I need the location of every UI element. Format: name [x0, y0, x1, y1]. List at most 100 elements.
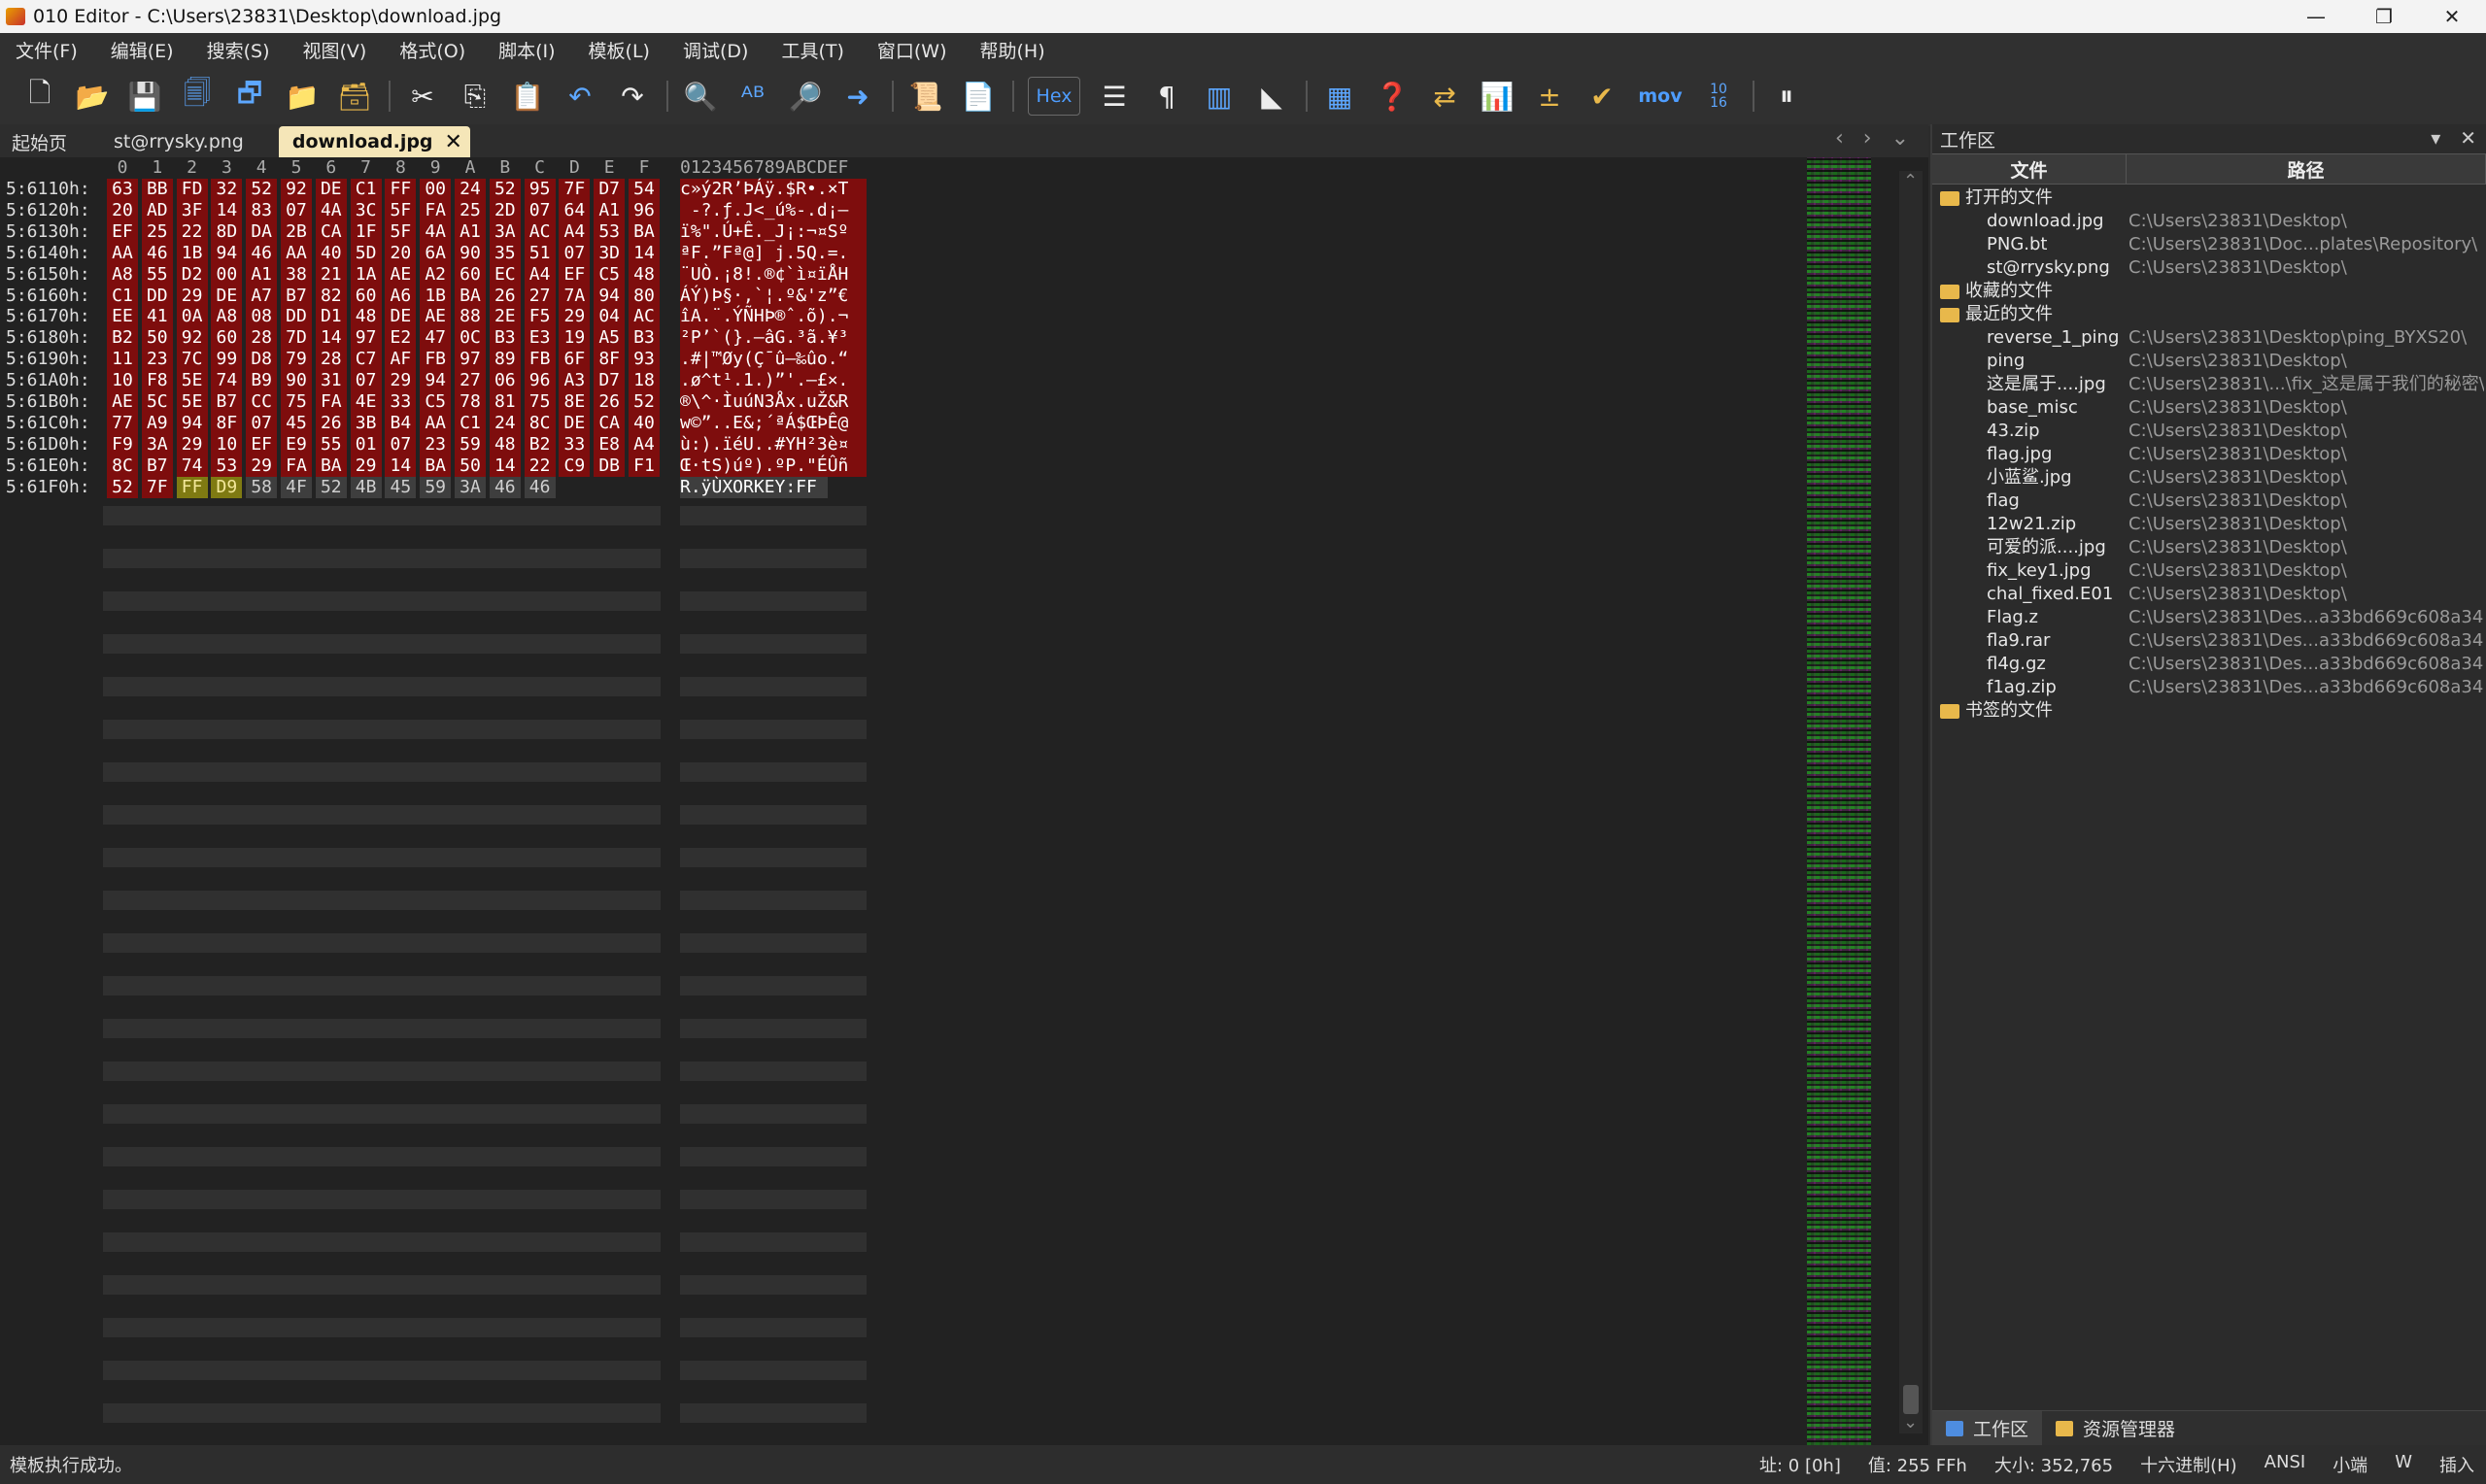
workspace-file-row[interactable]: ping C:\Users\23831\Desktop\	[1932, 350, 2486, 373]
group-recent[interactable]: 最近的文件	[1932, 303, 2486, 326]
hex-byte[interactable]: 23	[141, 349, 173, 371]
workspace-file-row[interactable]: 可爱的派....jpg C:\Users\23831\Desktop\	[1932, 536, 2486, 559]
hex-byte[interactable]: DE	[315, 179, 347, 200]
workspace-file-row[interactable]: Flag.z C:\Users\23831\Des...a33bd669c608a…	[1932, 606, 2486, 629]
hex-byte[interactable]: A4	[559, 220, 591, 243]
hex-byte[interactable]: DD	[281, 306, 312, 328]
goto-icon[interactable]: ➜	[839, 77, 876, 116]
columns-icon[interactable]: ▥	[1201, 77, 1238, 116]
hex-byte[interactable]: A5	[594, 327, 626, 350]
ascii-text[interactable]: .#|™Øy(Ç¯û—‰ûo.“	[680, 349, 867, 371]
hex-byte[interactable]: EC	[489, 263, 521, 286]
hex-byte[interactable]: 94	[176, 412, 208, 434]
hex-byte[interactable]: 46	[524, 476, 556, 498]
hex-byte[interactable]: 96	[629, 199, 660, 221]
hex-byte[interactable]: 8D	[211, 220, 243, 243]
status-mode[interactable]: 十六进制(H)	[2140, 1452, 2237, 1477]
hex-byte[interactable]: 27	[455, 370, 486, 392]
hex-byte[interactable]: FA	[420, 199, 452, 221]
hex-byte[interactable]: 2B	[281, 220, 312, 243]
hex-byte[interactable]: 20	[107, 199, 138, 221]
close-tab-icon[interactable]: ✕	[445, 130, 462, 154]
ascii-text[interactable]: ²P’`(}.—âG.³ã.¥³	[680, 327, 867, 350]
hex-byte[interactable]: 50	[455, 455, 486, 477]
workspace-file-row[interactable]: flag.jpg C:\Users\23831\Desktop\	[1932, 443, 2486, 466]
hex-byte[interactable]: 82	[315, 285, 347, 307]
new-file-icon[interactable]: 🗋	[21, 77, 58, 116]
hex-byte[interactable]: 1B	[420, 285, 452, 307]
hex-byte[interactable]: 32	[211, 179, 243, 200]
ascii-text[interactable]: ù:).ïéU..#YH²3è¤	[680, 433, 867, 455]
hex-byte[interactable]: 94	[211, 242, 243, 264]
hex-byte[interactable]: A7	[246, 285, 278, 307]
hex-byte[interactable]: 95	[524, 179, 556, 200]
hex-byte[interactable]: E9	[281, 433, 312, 455]
hex-byte[interactable]: DE	[385, 306, 417, 328]
menu-template[interactable]: 模板(L)	[589, 37, 650, 63]
hex-byte[interactable]: 3A	[489, 220, 521, 243]
group-favorites[interactable]: 收藏的文件	[1932, 280, 2486, 303]
hex-byte[interactable]: 6A	[420, 242, 452, 264]
hex-byte[interactable]: 18	[629, 370, 660, 392]
hex-byte[interactable]: 29	[246, 455, 278, 477]
hex-byte[interactable]: 29	[176, 433, 208, 455]
hex-byte[interactable]: 51	[524, 242, 556, 264]
hex-byte[interactable]: FA	[281, 455, 312, 477]
hex-byte[interactable]: 0A	[176, 306, 208, 328]
hex-byte[interactable]: EF	[559, 263, 591, 286]
hex-byte[interactable]: F1	[629, 455, 660, 477]
checksum-icon[interactable]: ±	[1531, 77, 1568, 116]
hex-byte[interactable]: B2	[107, 327, 138, 350]
hex-byte[interactable]: 88	[455, 306, 486, 328]
hex-byte[interactable]: B2	[524, 433, 556, 455]
hex-byte[interactable]: 3D	[594, 242, 626, 264]
tab-start-page[interactable]: 起始页	[0, 126, 83, 157]
hex-byte[interactable]: AA	[107, 242, 138, 264]
convert-icon[interactable]: ⇄	[1426, 77, 1463, 116]
minimize-button[interactable]: —	[2282, 0, 2350, 33]
hex-byte[interactable]: 53	[211, 455, 243, 477]
hex-byte[interactable]: B7	[141, 455, 173, 477]
hex-byte[interactable]: 4A	[420, 220, 452, 243]
hex-byte[interactable]: DD	[141, 285, 173, 307]
workspace-file-row[interactable]: 小蓝鲨.jpg C:\Users\23831\Desktop\	[1932, 466, 2486, 489]
show-whitespace-icon[interactable]: ¶	[1148, 77, 1185, 116]
hex-byte[interactable]: FF	[385, 179, 417, 200]
hex-byte[interactable]: 45	[385, 476, 417, 498]
menu-file[interactable]: 文件(F)	[16, 37, 78, 63]
hex-byte[interactable]: 74	[176, 455, 208, 477]
histogram-icon[interactable]: 📊	[1479, 77, 1515, 116]
hex-byte[interactable]: B9	[246, 370, 278, 392]
hex-byte[interactable]: A1	[594, 199, 626, 221]
hex-byte[interactable]: AD	[141, 199, 173, 221]
hex-byte[interactable]: 7D	[281, 327, 312, 350]
hex-byte[interactable]: DA	[246, 220, 278, 243]
hex-byte[interactable]: DE	[559, 412, 591, 434]
hex-byte[interactable]: 78	[455, 391, 486, 413]
hex-byte[interactable]: 97	[455, 349, 486, 371]
hex-byte[interactable]: 52	[629, 391, 660, 413]
group-bookmarks[interactable]: 书签的文件	[1932, 699, 2486, 723]
hex-byte[interactable]: 29	[176, 285, 208, 307]
ascii-text[interactable]: ¨UÒ.¡8!.®¢`ì¤ïÅH	[680, 263, 867, 286]
hex-byte[interactable]: A6	[385, 285, 417, 307]
ascii-text[interactable]: îA.¨.ÝÑHÞ®ˆ.õ).¬	[680, 306, 867, 328]
hex-byte[interactable]: 45	[281, 412, 312, 434]
workspace-file-row[interactable]: fl4g.gz C:\Users\23831\Des...a33bd669c608…	[1932, 653, 2486, 676]
hex-byte[interactable]: 59	[455, 433, 486, 455]
hex-byte[interactable]: 14	[629, 242, 660, 264]
hex-byte[interactable]: D7	[594, 179, 626, 200]
open-file-icon[interactable]: 📂	[74, 77, 111, 116]
hex-byte[interactable]: 52	[246, 179, 278, 200]
workspace-file-row[interactable]: f1ag.zip C:\Users\23831\Des...a33bd669c60…	[1932, 676, 2486, 699]
base-converter-icon[interactable]: 10 16	[1700, 77, 1737, 116]
hex-byte[interactable]: 07	[559, 242, 591, 264]
hex-byte[interactable]: 24	[489, 412, 521, 434]
hex-byte[interactable]: 74	[211, 370, 243, 392]
ascii-text[interactable]: -?.ƒ.J<_ú%-.d¡–	[680, 199, 867, 221]
close-button[interactable]: ✕	[2418, 0, 2486, 33]
hex-byte[interactable]: 63	[107, 179, 138, 200]
hex-byte[interactable]: 89	[489, 349, 521, 371]
hex-byte[interactable]: 14	[489, 455, 521, 477]
menu-search[interactable]: 搜索(S)	[207, 37, 270, 63]
